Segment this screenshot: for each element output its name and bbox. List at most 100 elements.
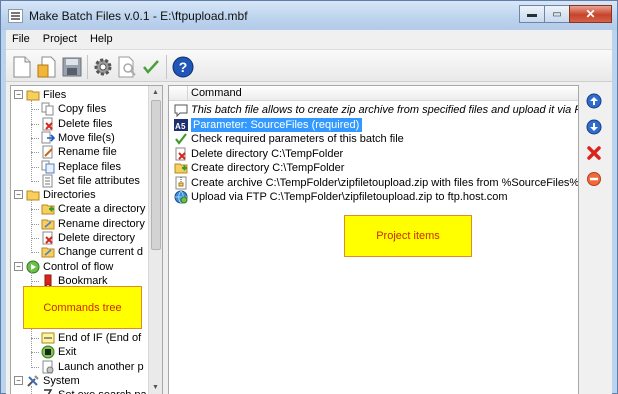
settings-gear-icon[interactable] (91, 55, 115, 79)
tree-item-label: Directories (43, 189, 96, 202)
scroll-down-arrow-icon[interactable]: ▼ (149, 381, 162, 394)
tree-item[interactable]: Launch another p (31, 360, 144, 374)
list-item-label: Create directory C:\TempFolder (191, 162, 345, 174)
list-item[interactable]: This batch file allows to create zip arc… (169, 103, 579, 118)
scroll-up-arrow-icon[interactable]: ▲ (149, 86, 162, 99)
tree-item[interactable]: End of IF (End of (31, 331, 141, 345)
tree-connector-line (31, 223, 39, 225)
maximize-button[interactable]: ▭ (544, 5, 570, 23)
tree-item[interactable]: Rename file (31, 145, 117, 159)
search-path-icon (41, 388, 55, 394)
list-item-label: This batch file allows to create zip arc… (191, 104, 579, 116)
scrollbar-thumb[interactable] (151, 100, 161, 250)
app-window: Make Batch Files v.0.1 - E:\ftpupload.mb… (0, 0, 618, 394)
toolbar-separator (166, 55, 167, 79)
tree-expander-icon[interactable]: − (14, 90, 23, 99)
disable-icon[interactable] (583, 168, 605, 190)
rename-directory-icon (41, 217, 55, 231)
menu-project[interactable]: Project (37, 30, 84, 49)
create-directory-icon (41, 202, 55, 216)
column-header-command[interactable]: Command (191, 87, 242, 99)
end-if-icon (41, 331, 55, 345)
tree-item-label: System (43, 375, 80, 387)
tools-icon (26, 374, 40, 388)
delete-directory-icon (41, 231, 55, 245)
rename-file-icon (41, 145, 55, 159)
tree-item[interactable]: − System (14, 374, 80, 388)
change-directory-icon (41, 245, 55, 259)
replace-files-icon (41, 160, 55, 174)
client-area: File Project Help ? − Files Copy files D… (6, 30, 612, 394)
tree-item-label: Launch another p (58, 360, 144, 373)
list-item[interactable]: Delete directory C:\TempFolder (169, 147, 578, 161)
tree-item[interactable]: − Directories (14, 188, 96, 202)
tree-item[interactable]: Rename directory (31, 217, 145, 231)
tree-item[interactable]: Replace files (31, 160, 121, 174)
tree-item[interactable]: Move file(s) (31, 131, 115, 145)
list-item[interactable]: Check required parameters of this batch … (169, 132, 578, 146)
tree-expander-icon[interactable]: − (14, 261, 23, 271)
list-item-label: Check required parameters of this batch … (191, 133, 404, 145)
tree-item-label: Rename file (58, 146, 117, 159)
tree-guide-line (31, 386, 32, 394)
tree-item[interactable]: Set file attributes (31, 174, 140, 188)
check-icon[interactable] (139, 55, 163, 79)
launch-icon (41, 360, 55, 374)
save-disk-icon[interactable] (60, 55, 84, 79)
open-folder-icon[interactable] (35, 55, 59, 79)
folder-icon (26, 88, 40, 102)
tree-item[interactable]: Copy files (31, 102, 106, 116)
tree-item-label: Change current d (58, 246, 143, 259)
tree-connector-line (31, 338, 39, 340)
tree-item[interactable]: Delete files (31, 117, 113, 131)
tree-item[interactable]: − Control of flow (14, 260, 114, 274)
delete-directory-icon (174, 147, 188, 161)
svg-text:?: ? (179, 59, 188, 75)
tree-expander-icon[interactable]: − (14, 376, 23, 385)
title-bar[interactable]: Make Batch Files v.0.1 - E:\ftpupload.mb… (1, 1, 617, 30)
preview-icon[interactable] (115, 55, 139, 79)
tree-item-label: Replace files (58, 160, 121, 173)
tree-item-label: Set file attributes (58, 174, 140, 187)
tree-expander-icon[interactable]: − (14, 190, 23, 200)
move-down-icon[interactable] (583, 116, 605, 138)
tree-connector-line (31, 238, 39, 239)
close-button[interactable]: ✕ (569, 5, 612, 23)
tree-item[interactable]: Create a directory (31, 202, 146, 216)
list-item[interactable]: A 5 Parameter: SourceFiles (required) (169, 117, 578, 132)
tree-guide-line (31, 100, 32, 182)
tree-item-label: Files (43, 89, 67, 101)
tree-item[interactable]: Set exe search pa (41, 388, 147, 394)
file-attributes-icon (41, 174, 55, 188)
delete-icon[interactable] (583, 142, 605, 164)
new-document-icon[interactable] (10, 55, 34, 79)
menu-file[interactable]: File (6, 30, 37, 49)
tree-item-label: Control of flow (43, 260, 114, 273)
minimize-button[interactable]: ▬ (519, 5, 545, 23)
list-item[interactable]: Create directory C:\TempFolder (169, 161, 578, 175)
tree-item[interactable]: Exit (31, 345, 76, 359)
menu-help[interactable]: Help (84, 30, 120, 49)
tree-item[interactable]: Delete directory (31, 231, 136, 245)
tree-scrollbar[interactable]: ▲ ▼ (148, 86, 162, 394)
tree-connector-line (31, 109, 39, 111)
check-icon (174, 132, 188, 146)
list-header: Command (169, 86, 578, 101)
list-item[interactable]: Create archive C:\TempFolder\zipfiletoup… (169, 176, 578, 190)
header-separator (187, 86, 188, 101)
commands-tree[interactable]: − Files Copy files Delete files Move file(s)… (10, 85, 163, 394)
tree-item-label: Delete directory (58, 232, 136, 244)
tree-item[interactable]: − Files (14, 88, 67, 102)
tree-connector-line (31, 209, 39, 211)
tree-item-label: Rename directory (58, 217, 145, 230)
toolbar: ? (6, 49, 612, 82)
move-up-icon[interactable] (583, 90, 605, 112)
tree-item-label: Create a directory (58, 203, 146, 216)
tree-connector-line (31, 352, 39, 354)
tree-item-label: Delete files (58, 117, 113, 130)
list-item-label: Delete directory C:\TempFolder (191, 147, 344, 160)
list-item[interactable]: Upload via FTP C:\TempFolder\zipfiletoup… (169, 190, 578, 204)
toolbar-separator (87, 55, 88, 79)
help-icon[interactable]: ? (171, 55, 195, 79)
tree-item[interactable]: Change current d (31, 245, 143, 259)
